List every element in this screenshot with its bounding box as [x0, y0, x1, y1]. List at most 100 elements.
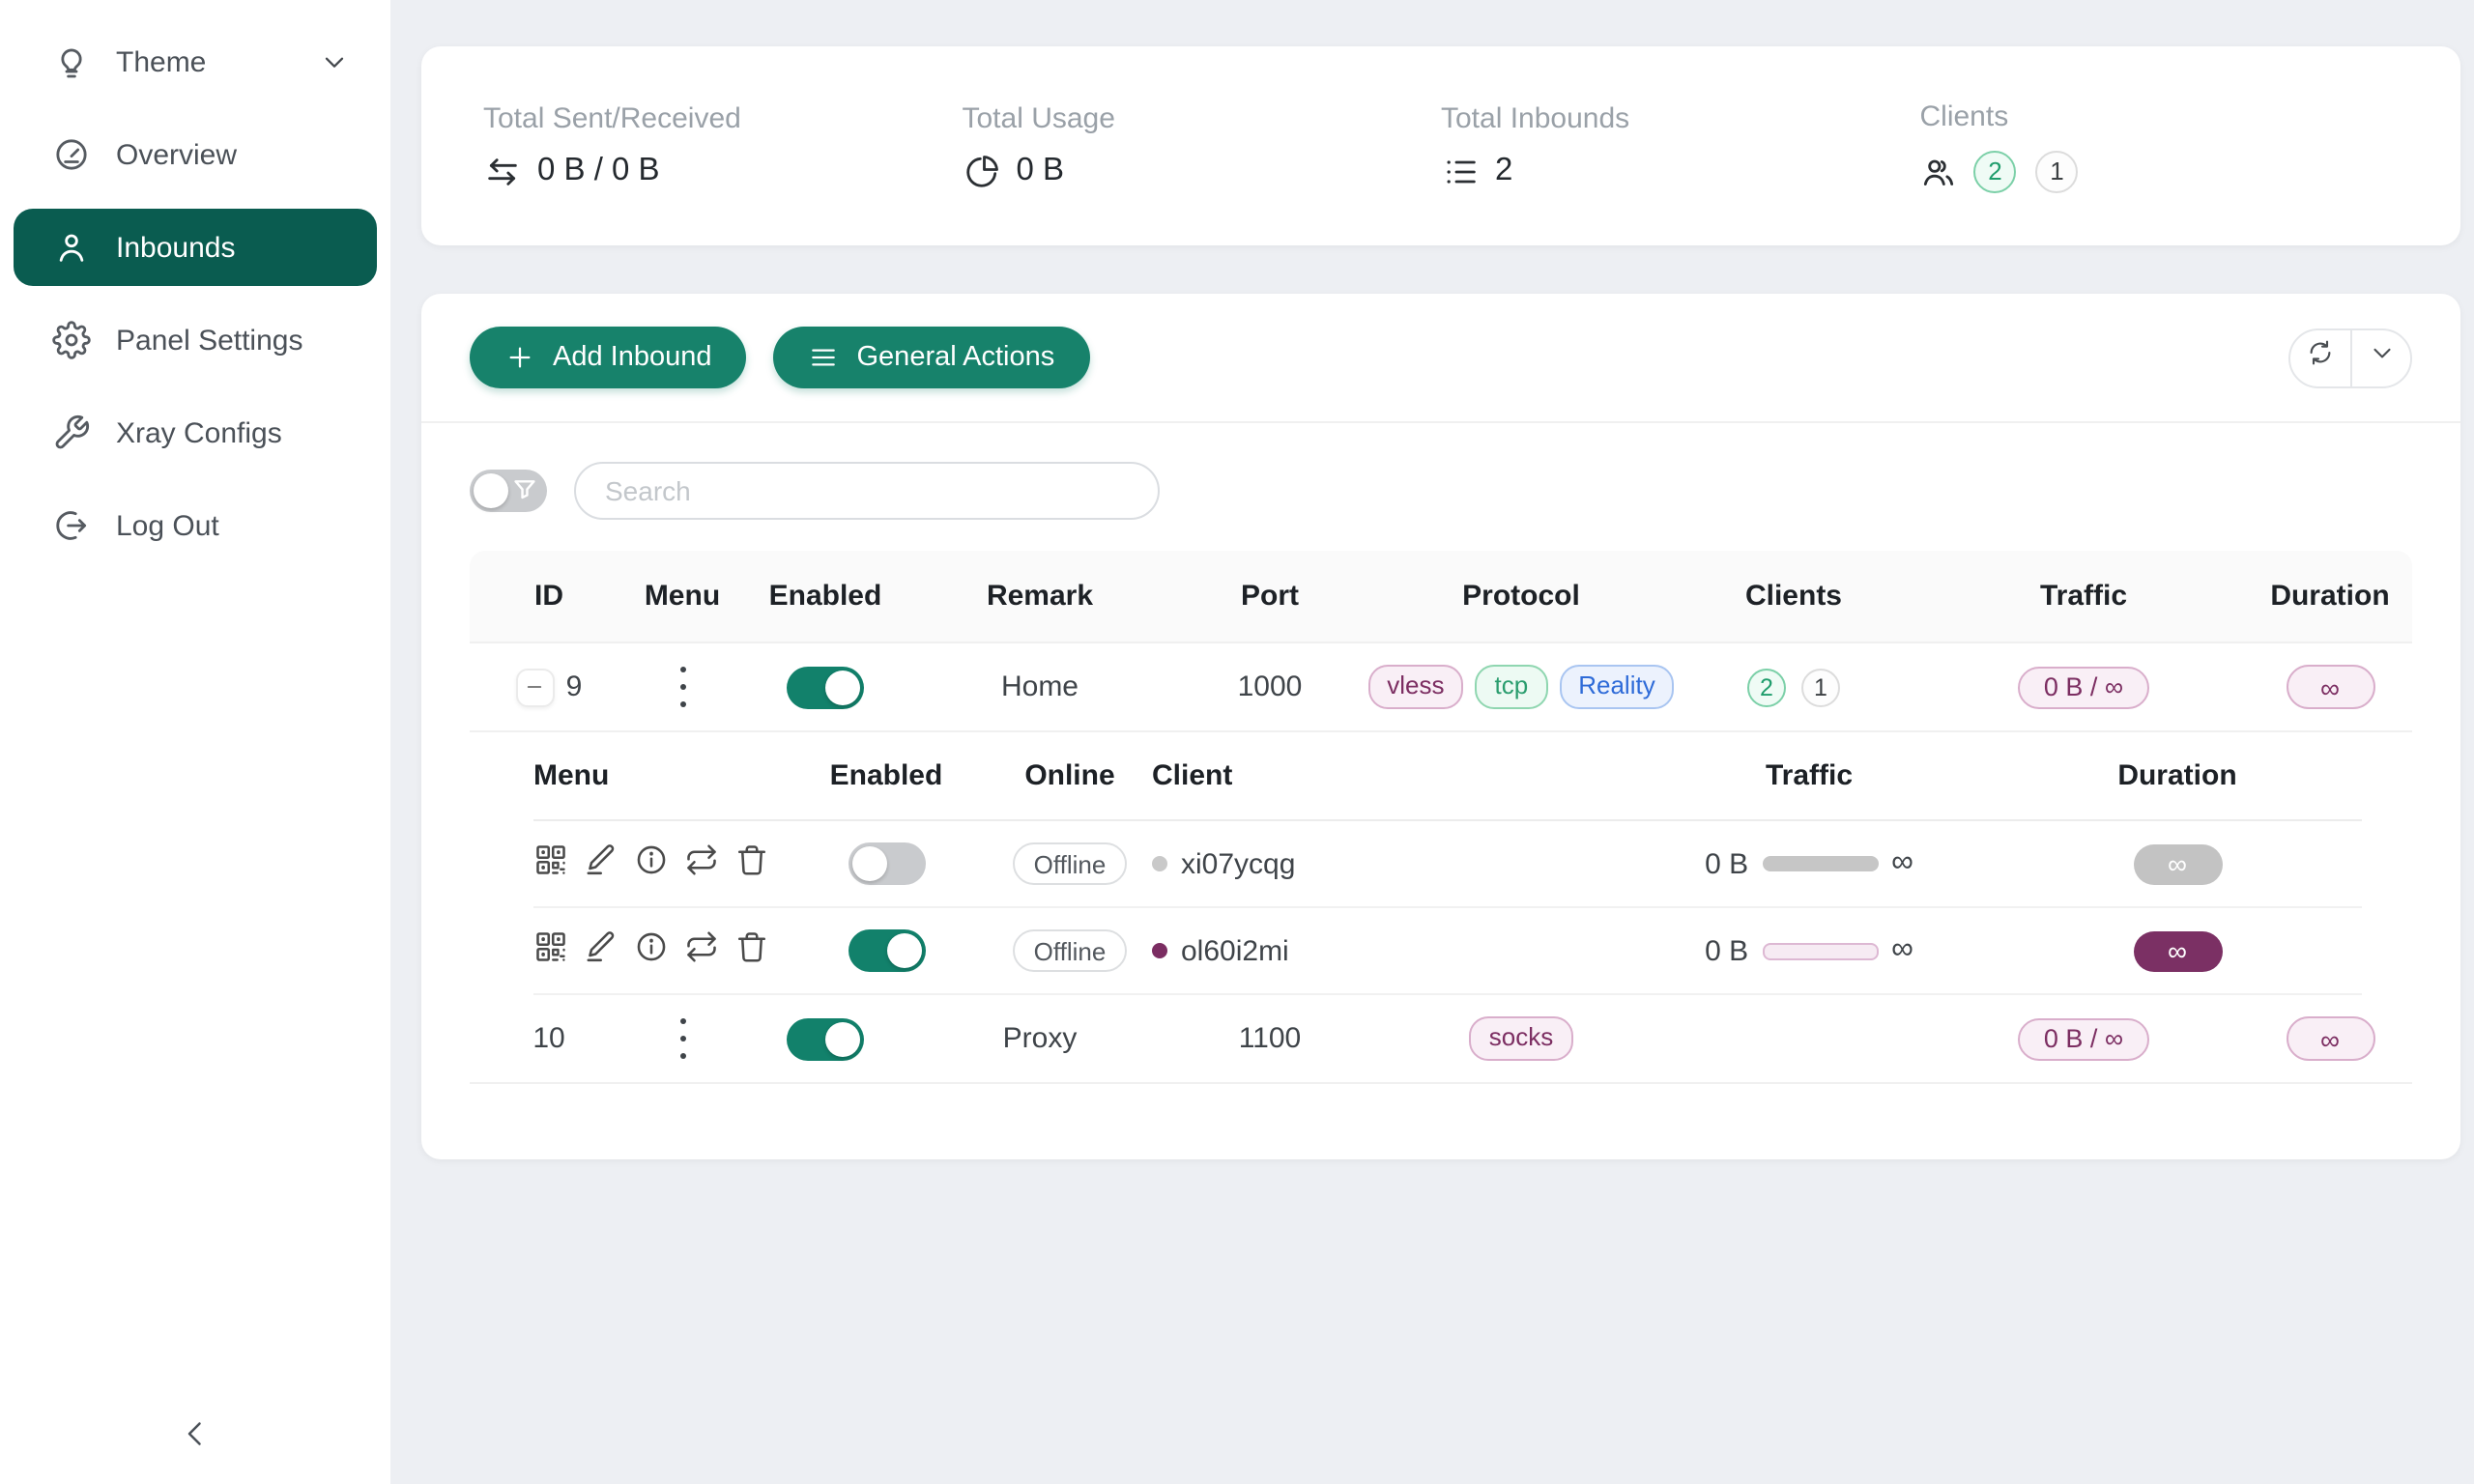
clients-inactive-badge: 1: [1801, 668, 1840, 706]
sidebar-item-label: Panel Settings: [116, 324, 302, 357]
wrench-icon: [52, 414, 91, 452]
client-traffic-value: 0 B: [1705, 847, 1748, 880]
online-status-badge: Offline: [1013, 842, 1128, 885]
sidebar-item-theme[interactable]: Theme: [14, 23, 377, 100]
lightbulb-icon: [52, 43, 91, 81]
sidebar-item-label: Overview: [116, 138, 237, 171]
search-row: [421, 423, 2460, 551]
sidebar-item-inbounds[interactable]: Inbounds: [14, 209, 377, 286]
sidebar-item-overview[interactable]: Overview: [14, 116, 377, 193]
toggle-knob: [851, 846, 886, 881]
inbound-enabled-toggle[interactable]: [787, 1017, 864, 1060]
qr-code-icon[interactable]: [533, 929, 568, 972]
toggle-knob: [886, 933, 921, 968]
pie-chart-icon: [963, 152, 1001, 190]
subcol-header-traffic: Traffic: [1625, 759, 1993, 792]
inbound-port: 1000: [1165, 671, 1374, 703]
stat-total-inbounds: Total Inbounds 2: [1441, 101, 1920, 190]
app-viewport: Theme Overview Inbounds Panel Settings: [0, 0, 2474, 1484]
sidebar: Theme Overview Inbounds Panel Settings: [0, 0, 390, 1484]
gear-icon: [52, 321, 91, 359]
col-header-id: ID: [470, 580, 628, 613]
refresh-button[interactable]: [2290, 329, 2350, 385]
inbound-remark: Proxy: [914, 1022, 1165, 1055]
subcol-header-client: Client: [1152, 759, 1625, 792]
clients-inactive-badge: 1: [2036, 150, 2079, 192]
info-icon[interactable]: [634, 929, 669, 972]
traffic-limit: ∞: [1891, 846, 1913, 881]
security-tag: Reality: [1559, 665, 1675, 710]
duration-pill: ∞: [2286, 1016, 2374, 1061]
sidebar-item-label: Inbounds: [116, 231, 235, 264]
client-name: ol60i2mi: [1181, 934, 1289, 967]
search-input[interactable]: [574, 462, 1160, 520]
client-row: Offline ol60i2mi 0 B ∞ ∞: [533, 908, 2362, 995]
sidebar-item-log-out[interactable]: Log Out: [14, 487, 377, 564]
toggle-knob: [825, 670, 860, 704]
client-enabled-toggle[interactable]: [848, 929, 925, 972]
info-icon[interactable]: [634, 842, 669, 885]
reset-traffic-icon[interactable]: [684, 842, 719, 885]
transport-tag: tcp: [1476, 665, 1548, 710]
inbound-port: 1100: [1165, 1022, 1374, 1055]
duration-pill: ∞: [2286, 665, 2374, 709]
client-enabled-toggle[interactable]: [848, 842, 925, 885]
traffic-limit: ∞: [1891, 933, 1913, 968]
hamburger-icon: [809, 342, 840, 373]
edit-pencil-icon[interactable]: [584, 842, 618, 885]
clients-active-badge: 2: [1747, 668, 1786, 706]
subcol-header-duration: Duration: [1993, 759, 2362, 792]
row-menu-button[interactable]: [628, 659, 736, 715]
chevron-down-icon: [2367, 338, 2396, 377]
stat-total-usage: Total Usage 0 B: [963, 101, 1442, 190]
collapse-row-button[interactable]: [516, 668, 555, 706]
col-header-duration: Duration: [2248, 580, 2412, 613]
stat-label: Clients: [1920, 100, 2400, 132]
traffic-progress-bar: [1762, 856, 1878, 871]
toolbar: Add Inbound General Actions: [421, 327, 2460, 423]
stat-label: Total Inbounds: [1441, 101, 1920, 134]
clients-active-badge: 2: [1974, 150, 2017, 192]
logout-icon: [52, 506, 91, 545]
col-header-port: Port: [1165, 580, 1374, 613]
protocol-tag: vless: [1367, 665, 1463, 710]
add-inbound-button[interactable]: Add Inbound: [470, 327, 747, 388]
general-actions-button[interactable]: General Actions: [774, 327, 1090, 388]
sidebar-item-label: Log Out: [116, 509, 219, 542]
sidebar-item-panel-settings[interactable]: Panel Settings: [14, 301, 377, 379]
client-traffic-value: 0 B: [1705, 934, 1748, 967]
refresh-icon: [2306, 338, 2335, 377]
sidebar-collapse-button[interactable]: [0, 1416, 390, 1461]
stat-value: 0 B / 0 B: [537, 153, 660, 189]
qr-code-icon[interactable]: [533, 842, 568, 885]
inbounds-panel: Add Inbound General Actions: [421, 294, 2460, 1159]
toggle-knob: [474, 473, 508, 508]
trash-icon[interactable]: [734, 929, 769, 972]
client-row: Offline xi07ycqg 0 B ∞ ∞: [533, 821, 2362, 908]
stats-card: Total Sent/Received 0 B / 0 B Total Usag…: [421, 46, 2460, 245]
inbound-enabled-toggle[interactable]: [787, 666, 864, 708]
transfer-arrows-icon: [483, 152, 522, 190]
inbounds-table: ID Menu Enabled Remark Port Protocol Cli…: [470, 551, 2412, 1084]
trash-icon[interactable]: [734, 842, 769, 885]
reset-traffic-icon[interactable]: [684, 929, 719, 972]
sidebar-item-xray-configs[interactable]: Xray Configs: [14, 394, 377, 471]
client-name: xi07ycqg: [1181, 847, 1295, 880]
users-icon: [1920, 152, 1959, 190]
row-menu-button[interactable]: [628, 1011, 736, 1067]
protocol-tag: socks: [1470, 1016, 1572, 1062]
refresh-options-button[interactable]: [2350, 329, 2410, 385]
stat-label: Total Usage: [963, 101, 1442, 134]
col-header-menu: Menu: [628, 580, 736, 613]
client-status-dot: [1152, 856, 1167, 871]
filter-toggle[interactable]: [470, 470, 547, 512]
subcol-header-menu: Menu: [533, 759, 785, 792]
col-header-clients: Clients: [1668, 580, 1919, 613]
client-status-dot: [1152, 943, 1167, 958]
subtable-header-row: Menu Enabled Online Client Traffic Durat…: [533, 732, 2362, 821]
traffic-progress-bar: [1762, 942, 1878, 959]
col-header-remark: Remark: [914, 580, 1165, 613]
subcol-header-online: Online: [988, 759, 1152, 792]
edit-pencil-icon[interactable]: [584, 929, 618, 972]
col-header-traffic: Traffic: [1919, 580, 2248, 613]
